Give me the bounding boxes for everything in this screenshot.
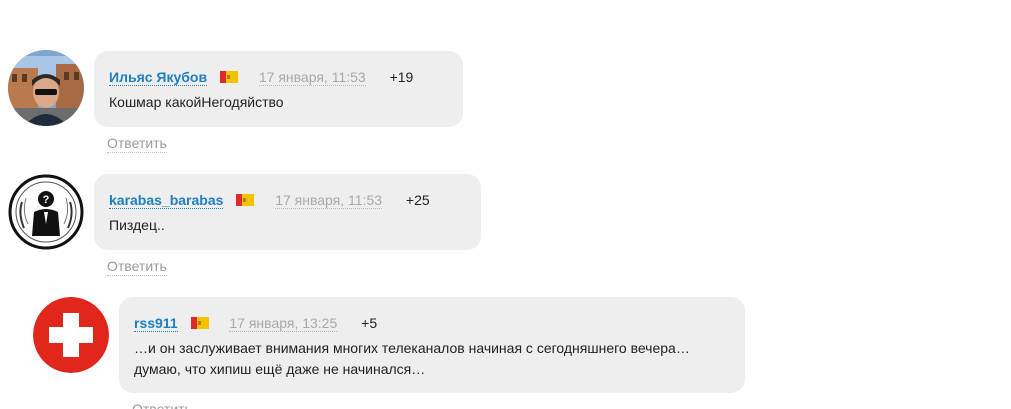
- comment-text: …и он заслуживает внимания многих телека…: [134, 340, 690, 377]
- comment-bubble: rss911 17 января, 13:25 +5 …и он заслужи…: [119, 297, 745, 393]
- comment-meta: rss911 17 января, 13:25 +5: [134, 314, 377, 332]
- reply-button[interactable]: Ответить: [132, 400, 192, 409]
- comment-rating: +5: [361, 315, 378, 331]
- comment: rss911 17 января, 13:25 +5 …и он заслужи…: [0, 0, 1011, 409]
- author-link[interactable]: rss911: [134, 315, 178, 332]
- flag-icon: [190, 317, 209, 329]
- red-cross-avatar-icon: [33, 297, 109, 373]
- comment-date[interactable]: 17 января, 13:25: [229, 315, 338, 332]
- user-avatar[interactable]: [33, 297, 109, 373]
- comment-thread: Ильяс Якубов 17 января, 11:53 +19 Кошмар…: [0, 0, 1011, 409]
